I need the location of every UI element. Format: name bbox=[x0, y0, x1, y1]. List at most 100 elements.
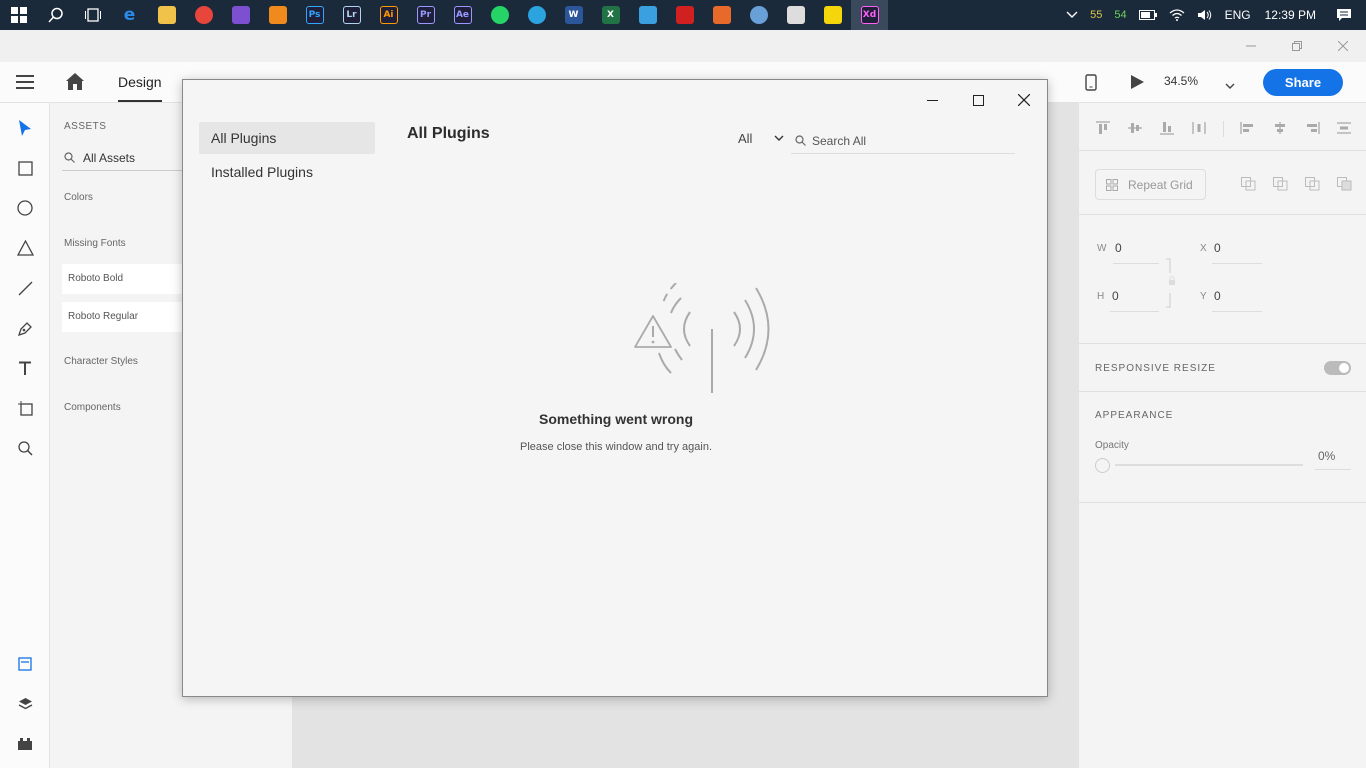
dialog-close-button[interactable] bbox=[1004, 84, 1044, 116]
plugins-panel-button[interactable] bbox=[12, 731, 38, 757]
taskbar-app-file-explorer[interactable] bbox=[148, 0, 185, 30]
boolean-add-icon[interactable] bbox=[1241, 177, 1256, 191]
play-preview-button[interactable] bbox=[1131, 75, 1144, 94]
taskbar-app-visual-studio[interactable] bbox=[222, 0, 259, 30]
opacity-slider-track[interactable] bbox=[1115, 464, 1303, 466]
boolean-intersect-icon[interactable] bbox=[1305, 177, 1320, 191]
select-tool[interactable] bbox=[12, 115, 38, 141]
dialog-title: All Plugins bbox=[407, 125, 490, 142]
taskbar-app-whatsapp[interactable] bbox=[481, 0, 518, 30]
opacity-value[interactable]: 0% bbox=[1318, 449, 1335, 463]
opacity-slider-handle[interactable] bbox=[1095, 458, 1110, 473]
boolean-exclude-icon[interactable] bbox=[1337, 177, 1352, 191]
notifications-icon[interactable] bbox=[1328, 8, 1366, 22]
align-right-icon[interactable] bbox=[1304, 121, 1320, 135]
line-tool[interactable] bbox=[12, 275, 38, 301]
assets-panel-button[interactable] bbox=[12, 651, 38, 677]
pen-icon bbox=[17, 321, 32, 336]
components-section[interactable]: Components bbox=[64, 402, 121, 413]
connection-error-icon bbox=[634, 283, 770, 393]
polygon-tool[interactable] bbox=[12, 235, 38, 261]
dialog-minimize-button[interactable] bbox=[912, 84, 952, 116]
taskbar-app-illustrator[interactable]: Ai bbox=[370, 0, 407, 30]
share-button[interactable]: Share bbox=[1263, 69, 1343, 96]
tray-temp-1[interactable]: 55 bbox=[1084, 9, 1108, 21]
distribute-vertical-icon[interactable] bbox=[1336, 121, 1352, 135]
taskbar-app-telegram[interactable] bbox=[518, 0, 555, 30]
artboard-tool[interactable] bbox=[12, 395, 38, 421]
distribute-horizontal-icon[interactable] bbox=[1191, 121, 1207, 135]
plugin-search-box[interactable] bbox=[791, 128, 1015, 154]
align-center-icon[interactable] bbox=[1272, 121, 1288, 135]
taskbar-app-photoshop[interactable]: Ps bbox=[296, 0, 333, 30]
taskbar-app-paint[interactable] bbox=[740, 0, 777, 30]
boolean-ops bbox=[1241, 177, 1352, 191]
taskbar-app-vlc[interactable] bbox=[259, 0, 296, 30]
taskbar-app-chrome[interactable] bbox=[185, 0, 222, 30]
plugin-filter-select[interactable]: All bbox=[738, 131, 784, 146]
taskbar-app-after-effects[interactable]: Ae bbox=[444, 0, 481, 30]
lock-aspect-button[interactable] bbox=[1166, 258, 1178, 313]
search-icon bbox=[795, 135, 806, 146]
width-field[interactable]: 0 bbox=[1115, 241, 1122, 255]
close-button[interactable] bbox=[1320, 30, 1366, 62]
ellipse-tool[interactable] bbox=[12, 195, 38, 221]
taskbar-app-app-red[interactable] bbox=[666, 0, 703, 30]
align-bottom-icon[interactable] bbox=[1159, 121, 1175, 135]
taskbar-search-button[interactable] bbox=[37, 0, 74, 30]
character-styles-section[interactable]: Character Styles bbox=[64, 356, 138, 367]
taskbar-app-app-orange[interactable] bbox=[703, 0, 740, 30]
minimize-icon bbox=[926, 99, 938, 101]
zoom-dropdown-button[interactable] bbox=[1225, 77, 1235, 95]
task-view-button[interactable] bbox=[74, 0, 111, 30]
align-left-icon[interactable] bbox=[1240, 121, 1256, 135]
repeat-grid-button[interactable]: Repeat Grid bbox=[1095, 169, 1206, 200]
taskbar-app-calculator[interactable] bbox=[777, 0, 814, 30]
home-button[interactable] bbox=[66, 73, 84, 95]
windows-start-button[interactable] bbox=[0, 0, 37, 30]
wifi-icon[interactable] bbox=[1163, 9, 1191, 21]
hamburger-menu-button[interactable] bbox=[16, 74, 34, 95]
pen-tool[interactable] bbox=[12, 315, 38, 341]
layers-panel-button[interactable] bbox=[12, 691, 38, 717]
nav-all-plugins[interactable]: All Plugins bbox=[199, 122, 375, 154]
taskbar-app-app-blue[interactable] bbox=[629, 0, 666, 30]
responsive-resize-toggle[interactable] bbox=[1324, 361, 1351, 375]
taskbar-app-edge[interactable]: e bbox=[111, 0, 148, 30]
mobile-device-icon bbox=[1085, 74, 1097, 91]
taskbar-app-xd[interactable]: Xd bbox=[851, 0, 888, 30]
clock[interactable]: 12:39 PM bbox=[1257, 8, 1328, 22]
boolean-subtract-icon[interactable] bbox=[1273, 177, 1288, 191]
minimize-button[interactable] bbox=[1228, 30, 1274, 62]
taskbar-app-sticky-notes[interactable] bbox=[814, 0, 851, 30]
language-indicator[interactable]: ENG bbox=[1219, 8, 1257, 22]
height-field[interactable]: 0 bbox=[1112, 289, 1119, 303]
taskbar-app-excel[interactable]: X bbox=[592, 0, 629, 30]
plugin-search-input[interactable] bbox=[812, 133, 1002, 148]
text-tool[interactable] bbox=[12, 355, 38, 381]
colors-section[interactable]: Colors bbox=[64, 192, 93, 203]
zoom-level[interactable]: 34.5% bbox=[1164, 74, 1198, 88]
zoom-tool[interactable] bbox=[12, 435, 38, 461]
dialog-maximize-button[interactable] bbox=[958, 84, 998, 116]
chevron-up-icon[interactable] bbox=[1060, 11, 1084, 19]
x-label: X bbox=[1200, 243, 1207, 254]
rectangle-tool[interactable] bbox=[12, 155, 38, 181]
x-field[interactable]: 0 bbox=[1214, 241, 1221, 255]
tray-temp-2[interactable]: 54 bbox=[1108, 9, 1132, 21]
taskbar-app-lightroom[interactable]: Lr bbox=[333, 0, 370, 30]
taskbar-app-premiere[interactable]: Pr bbox=[407, 0, 444, 30]
align-middle-icon[interactable] bbox=[1127, 121, 1143, 135]
align-top-icon[interactable] bbox=[1095, 121, 1111, 135]
nav-installed-plugins[interactable]: Installed Plugins bbox=[199, 156, 375, 188]
restore-button[interactable] bbox=[1274, 30, 1320, 62]
device-preview-button[interactable] bbox=[1085, 74, 1097, 96]
battery-icon[interactable] bbox=[1133, 10, 1163, 20]
line-icon bbox=[18, 281, 32, 295]
y-field[interactable]: 0 bbox=[1214, 289, 1221, 303]
taskbar-app-word[interactable]: W bbox=[555, 0, 592, 30]
missing-fonts-section[interactable]: Missing Fonts bbox=[64, 238, 126, 249]
close-icon bbox=[1018, 94, 1030, 106]
tab-design[interactable]: Design bbox=[118, 74, 162, 102]
volume-icon[interactable] bbox=[1191, 9, 1219, 21]
